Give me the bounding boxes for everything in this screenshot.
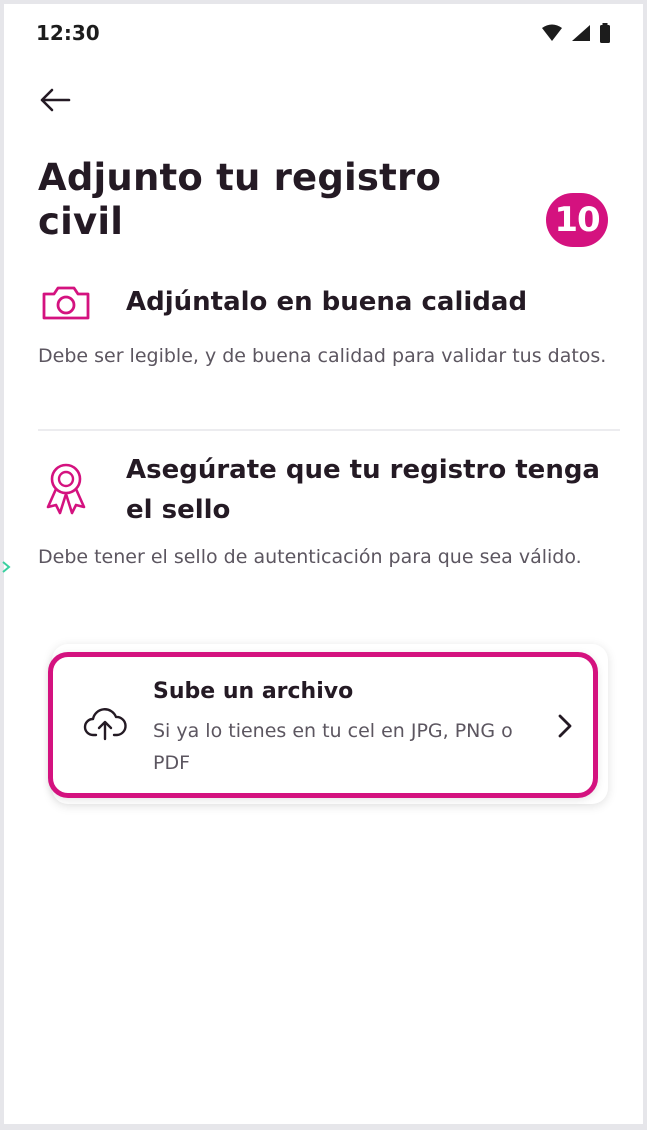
battery-icon [600,23,610,43]
wifi-icon [542,24,562,41]
camera-icon [42,286,90,320]
arrow-left-icon [40,88,71,112]
tip-text-quality: Debe ser legible, y de buena calidad par… [38,345,607,367]
tip-heading-quality: Adjúntalo en buena calidad [126,287,528,317]
status-bar: 12:30 [36,18,611,48]
cellular-signal-icon [572,25,590,41]
upload-description: Si ya lo tienes en tu cel en JPG, PNG o … [153,720,513,774]
status-icons [541,23,611,43]
step-badge: 10 [546,193,608,247]
screen: 12:30 Adjunto tu registro civil 10 Adjún… [0,0,647,1130]
tip-heading-seal: Asegúrate que tu registro tenga el sello [126,455,600,525]
back-button[interactable] [38,84,78,116]
edge-arrow-icon [2,561,11,573]
page-title: Adjunto tu registro civil [38,156,442,243]
chevron-right-icon [558,714,572,738]
divider [38,429,620,431]
cloud-upload-icon [83,708,127,741]
upload-file-button[interactable]: Sube un archivo Si ya lo tienes en tu ce… [48,652,598,798]
tip-text-seal: Debe tener el sello de autenticación par… [38,546,582,568]
status-time: 12:30 [36,21,100,45]
award-ribbon-icon [46,463,86,515]
upload-title: Sube un archivo [153,679,354,704]
